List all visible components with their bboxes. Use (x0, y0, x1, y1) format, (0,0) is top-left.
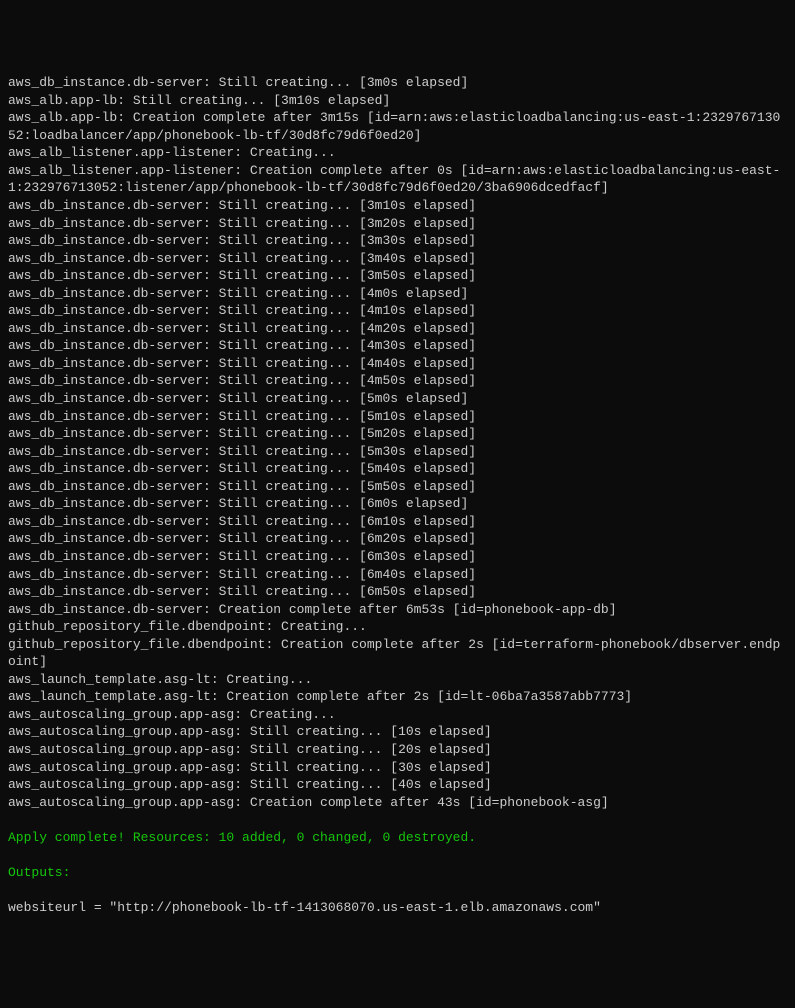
terminal-line: Apply complete! Resources: 10 added, 0 c… (8, 829, 787, 847)
terminal-line: aws_alb.app-lb: Creation complete after … (8, 109, 787, 144)
terminal-line: aws_launch_template.asg-lt: Creation com… (8, 688, 787, 706)
terminal-line: aws_db_instance.db-server: Still creatin… (8, 478, 787, 496)
terminal-line: aws_db_instance.db-server: Still creatin… (8, 443, 787, 461)
terminal-line: websiteurl = "http://phonebook-lb-tf-141… (8, 899, 787, 917)
terminal-line: aws_db_instance.db-server: Still creatin… (8, 74, 787, 92)
terminal-line: aws_alb_listener.app-listener: Creation … (8, 162, 787, 197)
terminal-line: aws_db_instance.db-server: Still creatin… (8, 460, 787, 478)
terminal-line: aws_db_instance.db-server: Still creatin… (8, 513, 787, 531)
terminal-line: aws_db_instance.db-server: Still creatin… (8, 390, 787, 408)
terminal-line: aws_autoscaling_group.app-asg: Still cre… (8, 723, 787, 741)
terminal-line (8, 846, 787, 864)
terminal-line: aws_launch_template.asg-lt: Creating... (8, 671, 787, 689)
terminal-line: aws_autoscaling_group.app-asg: Creation … (8, 794, 787, 812)
terminal-line: aws_db_instance.db-server: Creation comp… (8, 601, 787, 619)
terminal-line: aws_autoscaling_group.app-asg: Still cre… (8, 776, 787, 794)
terminal-line: aws_autoscaling_group.app-asg: Creating.… (8, 706, 787, 724)
terminal-output[interactable]: aws_db_instance.db-server: Still creatin… (8, 74, 787, 916)
terminal-line: aws_db_instance.db-server: Still creatin… (8, 232, 787, 250)
terminal-line: aws_db_instance.db-server: Still creatin… (8, 215, 787, 233)
terminal-line: aws_db_instance.db-server: Still creatin… (8, 285, 787, 303)
terminal-line: aws_db_instance.db-server: Still creatin… (8, 583, 787, 601)
terminal-line: aws_db_instance.db-server: Still creatin… (8, 302, 787, 320)
terminal-line: aws_db_instance.db-server: Still creatin… (8, 566, 787, 584)
terminal-line: aws_alb.app-lb: Still creating... [3m10s… (8, 92, 787, 110)
terminal-line: aws_db_instance.db-server: Still creatin… (8, 337, 787, 355)
terminal-line: github_repository_file.dbendpoint: Creat… (8, 636, 787, 671)
terminal-line: aws_db_instance.db-server: Still creatin… (8, 425, 787, 443)
terminal-line (8, 881, 787, 899)
terminal-line: aws_autoscaling_group.app-asg: Still cre… (8, 741, 787, 759)
terminal-line: aws_db_instance.db-server: Still creatin… (8, 530, 787, 548)
terminal-line: aws_alb_listener.app-listener: Creating.… (8, 144, 787, 162)
terminal-line: aws_db_instance.db-server: Still creatin… (8, 372, 787, 390)
terminal-line: aws_db_instance.db-server: Still creatin… (8, 320, 787, 338)
terminal-line: aws_db_instance.db-server: Still creatin… (8, 355, 787, 373)
terminal-line: github_repository_file.dbendpoint: Creat… (8, 618, 787, 636)
terminal-line: Outputs: (8, 864, 787, 882)
terminal-line (8, 811, 787, 829)
terminal-line: aws_db_instance.db-server: Still creatin… (8, 495, 787, 513)
terminal-line: aws_db_instance.db-server: Still creatin… (8, 197, 787, 215)
terminal-line: aws_db_instance.db-server: Still creatin… (8, 548, 787, 566)
terminal-line: aws_db_instance.db-server: Still creatin… (8, 408, 787, 426)
terminal-line: aws_db_instance.db-server: Still creatin… (8, 250, 787, 268)
terminal-line: aws_db_instance.db-server: Still creatin… (8, 267, 787, 285)
terminal-line: aws_autoscaling_group.app-asg: Still cre… (8, 759, 787, 777)
